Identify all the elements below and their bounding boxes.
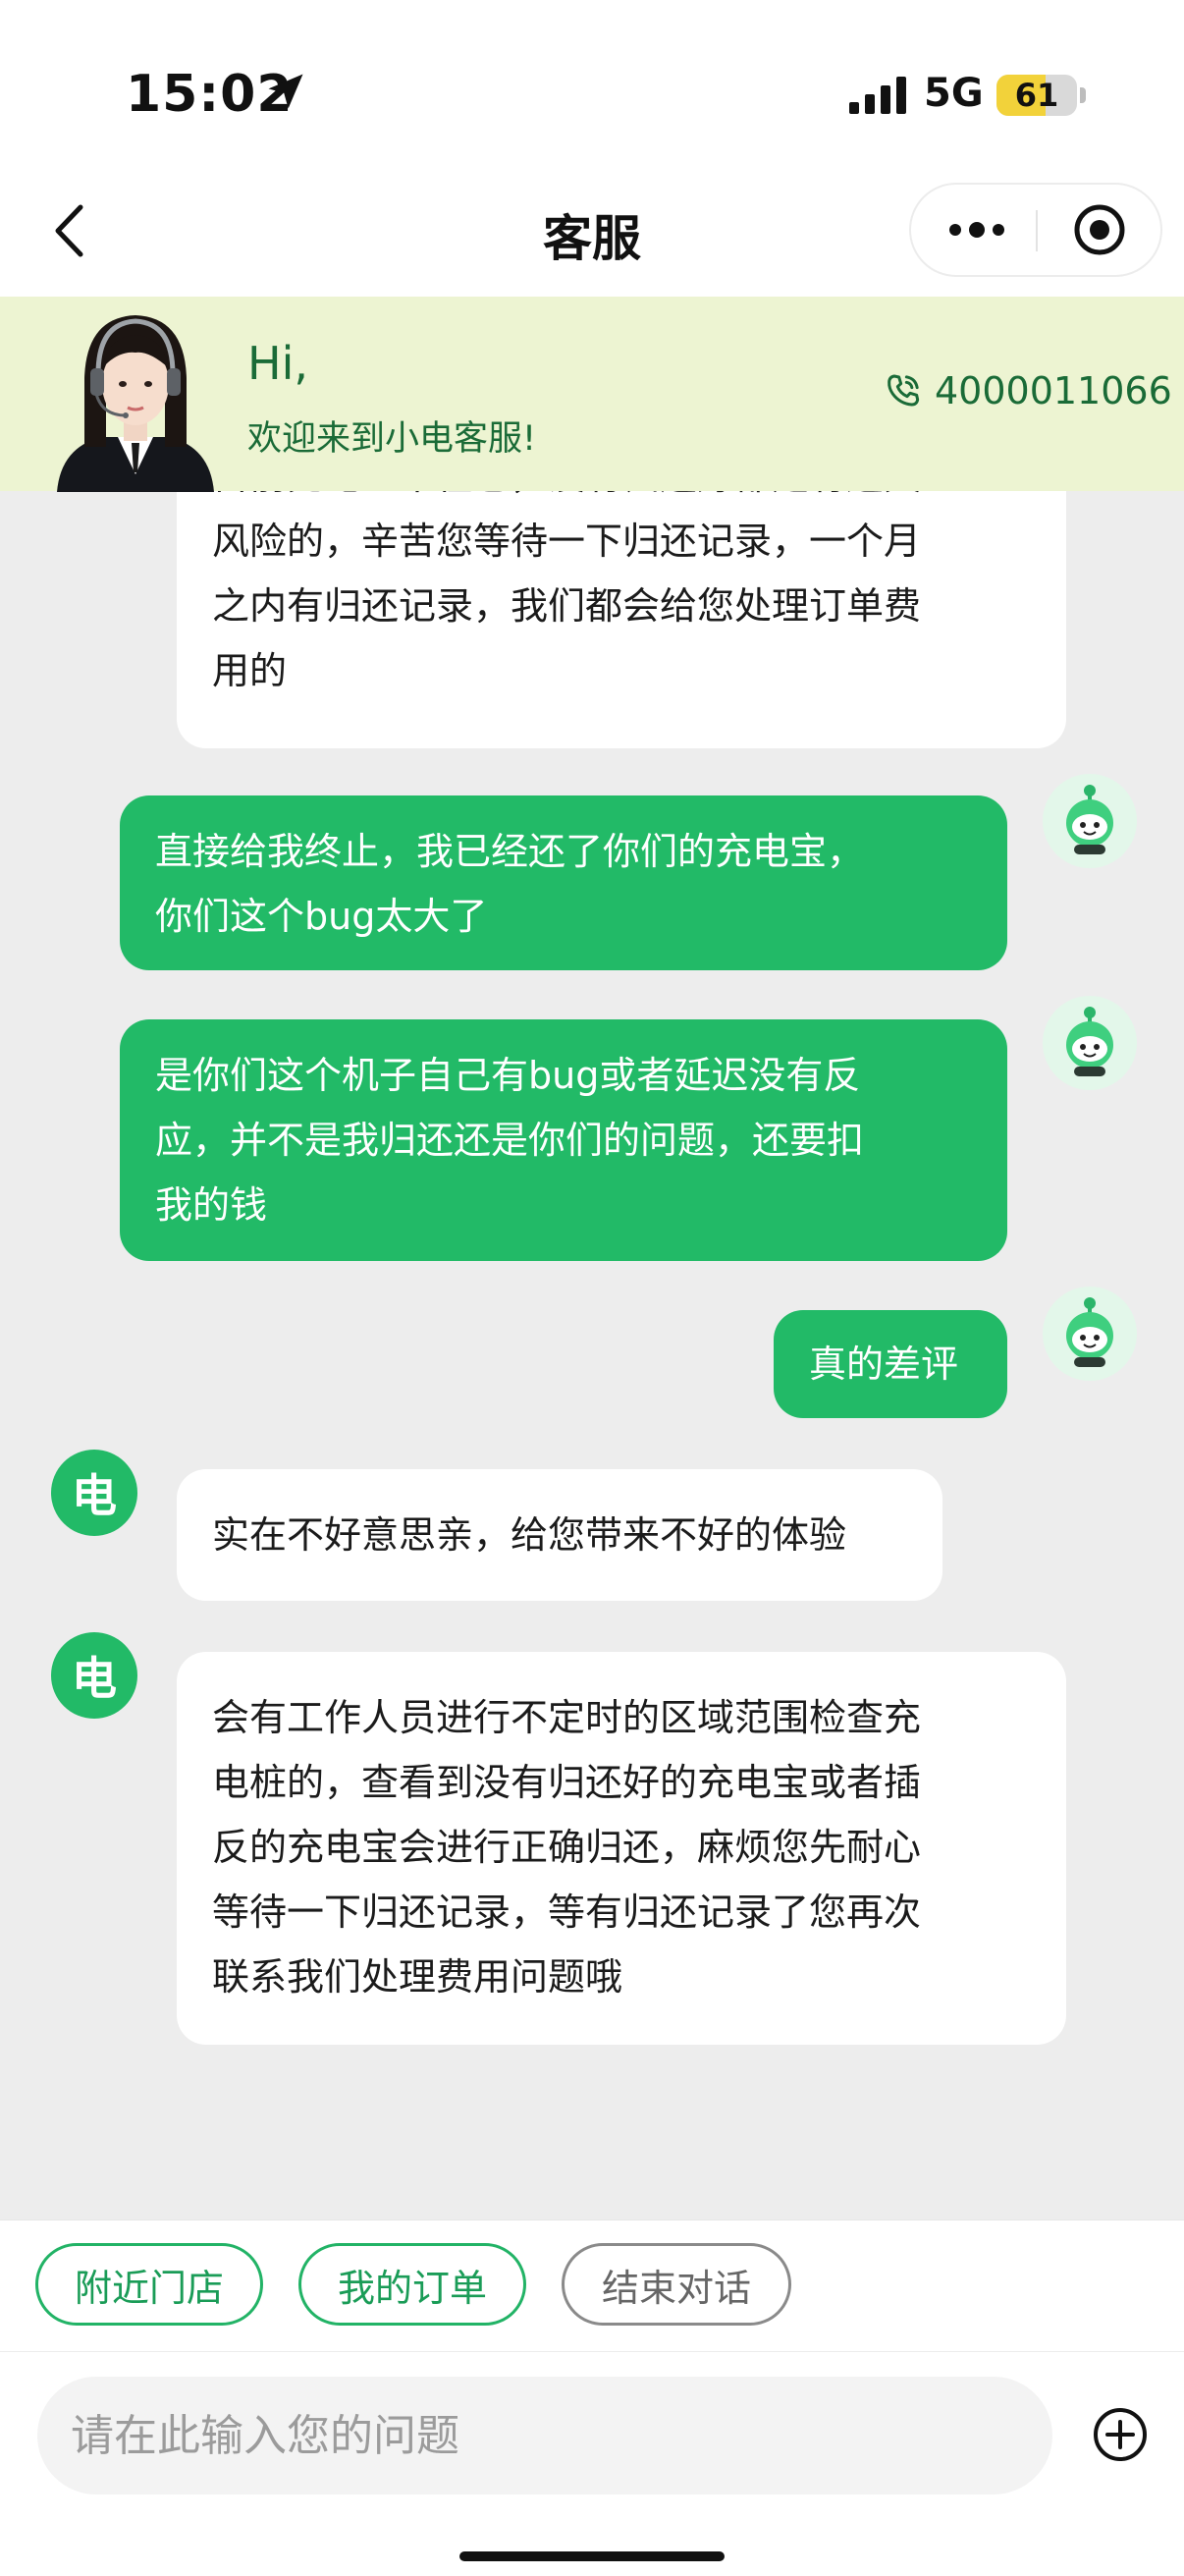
message-line: 真的差评 — [809, 1343, 959, 1386]
network-type: 5G — [924, 71, 984, 116]
bot-avatar[interactable]: 电 — [51, 1632, 137, 1719]
quick-reply-nearby-stores[interactable]: 附近门店 — [35, 2243, 263, 2326]
message-line: 应，并不是我归还还是你们的问题，还要扣 — [155, 1119, 865, 1162]
location-arrow-icon — [268, 74, 303, 109]
quick-reply-end-chat[interactable]: 结束对话 — [562, 2243, 791, 2326]
message-line: 反的充电宝会进行正确归还，麻烦您先耐心 — [212, 1826, 922, 1869]
message-input[interactable] — [37, 2377, 1052, 2494]
message-bubble-bot: 实在不好意思亲，给您带来不好的体验 — [177, 1469, 942, 1601]
back-button[interactable] — [39, 196, 98, 265]
chevron-left-icon — [55, 204, 83, 257]
battery-indicator: 61 — [996, 75, 1077, 116]
banner-greeting: Hi, — [247, 337, 308, 390]
battery-tip — [1080, 87, 1086, 103]
user-avatar[interactable] — [1043, 996, 1137, 1090]
cellular-signal-icon — [849, 77, 906, 114]
message-line: 我的钱 — [155, 1183, 268, 1227]
charger-logo-icon: 电 — [72, 1652, 117, 1705]
phone-icon — [888, 374, 920, 407]
message-line: 用的 — [212, 649, 288, 692]
message-line: 风险的，辛苦您等待一下归还记录，一个月 — [212, 520, 922, 563]
message-line: 你们这个bug太大了 — [155, 895, 488, 938]
hotline-number: 4000011066 — [935, 369, 1172, 412]
home-indicator — [459, 2551, 725, 2561]
message-line: 等待一下归还记录，等有归还记录了您再次 — [212, 1891, 922, 1934]
banner-welcome: 欢迎来到小电客服! — [247, 419, 537, 459]
message-bubble-user: 真的差评 — [774, 1310, 1007, 1418]
mascot-icon — [1066, 1007, 1113, 1076]
more-button[interactable] — [935, 196, 1019, 263]
message-bubble-bot: 会有工作人员进行不定时的区域范围检查充 电桩的，查看到没有归还好的充电宝或者插 … — [177, 1652, 1066, 2045]
page-title: 客服 — [543, 210, 641, 267]
capsule-divider — [1036, 210, 1038, 251]
message-line: 联系我们处理费用问题哦 — [212, 1955, 623, 1999]
close-mini-program-button[interactable] — [1062, 196, 1137, 263]
bot-avatar[interactable]: 电 — [51, 1450, 137, 1536]
agent-avatar — [57, 315, 214, 492]
mascot-icon — [1066, 785, 1113, 854]
hotline-link[interactable]: 4000011066 — [884, 369, 1172, 412]
message-line: 之内有归还记录，我们都会给您处理订单费 — [212, 584, 922, 628]
battery-percent: 61 — [1014, 77, 1059, 114]
message-bubble-bot: 目前充电宝不在仓，没有归还好都是有遗失 风险的，辛苦您等待一下归还记录，一个月 … — [177, 450, 1066, 748]
mascot-icon — [1066, 1297, 1113, 1367]
message-line: 直接给我终止，我已经还了你们的充电宝， — [155, 830, 865, 873]
message-line: 会有工作人员进行不定时的区域范围检查充 — [212, 1696, 922, 1739]
target-circle-icon — [1074, 204, 1125, 255]
message-bubble-user: 是你们这个机子自己有bug或者延迟没有反 应，并不是我归还还是你们的问题，还要扣… — [120, 1019, 1007, 1261]
user-avatar[interactable] — [1043, 1287, 1137, 1381]
quick-reply-my-orders[interactable]: 我的订单 — [298, 2243, 526, 2326]
message-line: 实在不好意思亲，给您带来不好的体验 — [212, 1513, 847, 1557]
message-bubble-user: 直接给我终止，我已经还了你们的充电宝， 你们这个bug太大了 — [120, 795, 1007, 970]
message-line: 电桩的，查看到没有归还好的充电宝或者插 — [212, 1761, 922, 1804]
user-avatar[interactable] — [1043, 774, 1137, 868]
more-dots-icon — [949, 222, 1004, 238]
message-line: 是你们这个机子自己有bug或者延迟没有反 — [155, 1054, 861, 1097]
plus-circle-icon[interactable] — [1092, 2406, 1149, 2463]
charger-logo-icon: 电 — [72, 1469, 117, 1522]
